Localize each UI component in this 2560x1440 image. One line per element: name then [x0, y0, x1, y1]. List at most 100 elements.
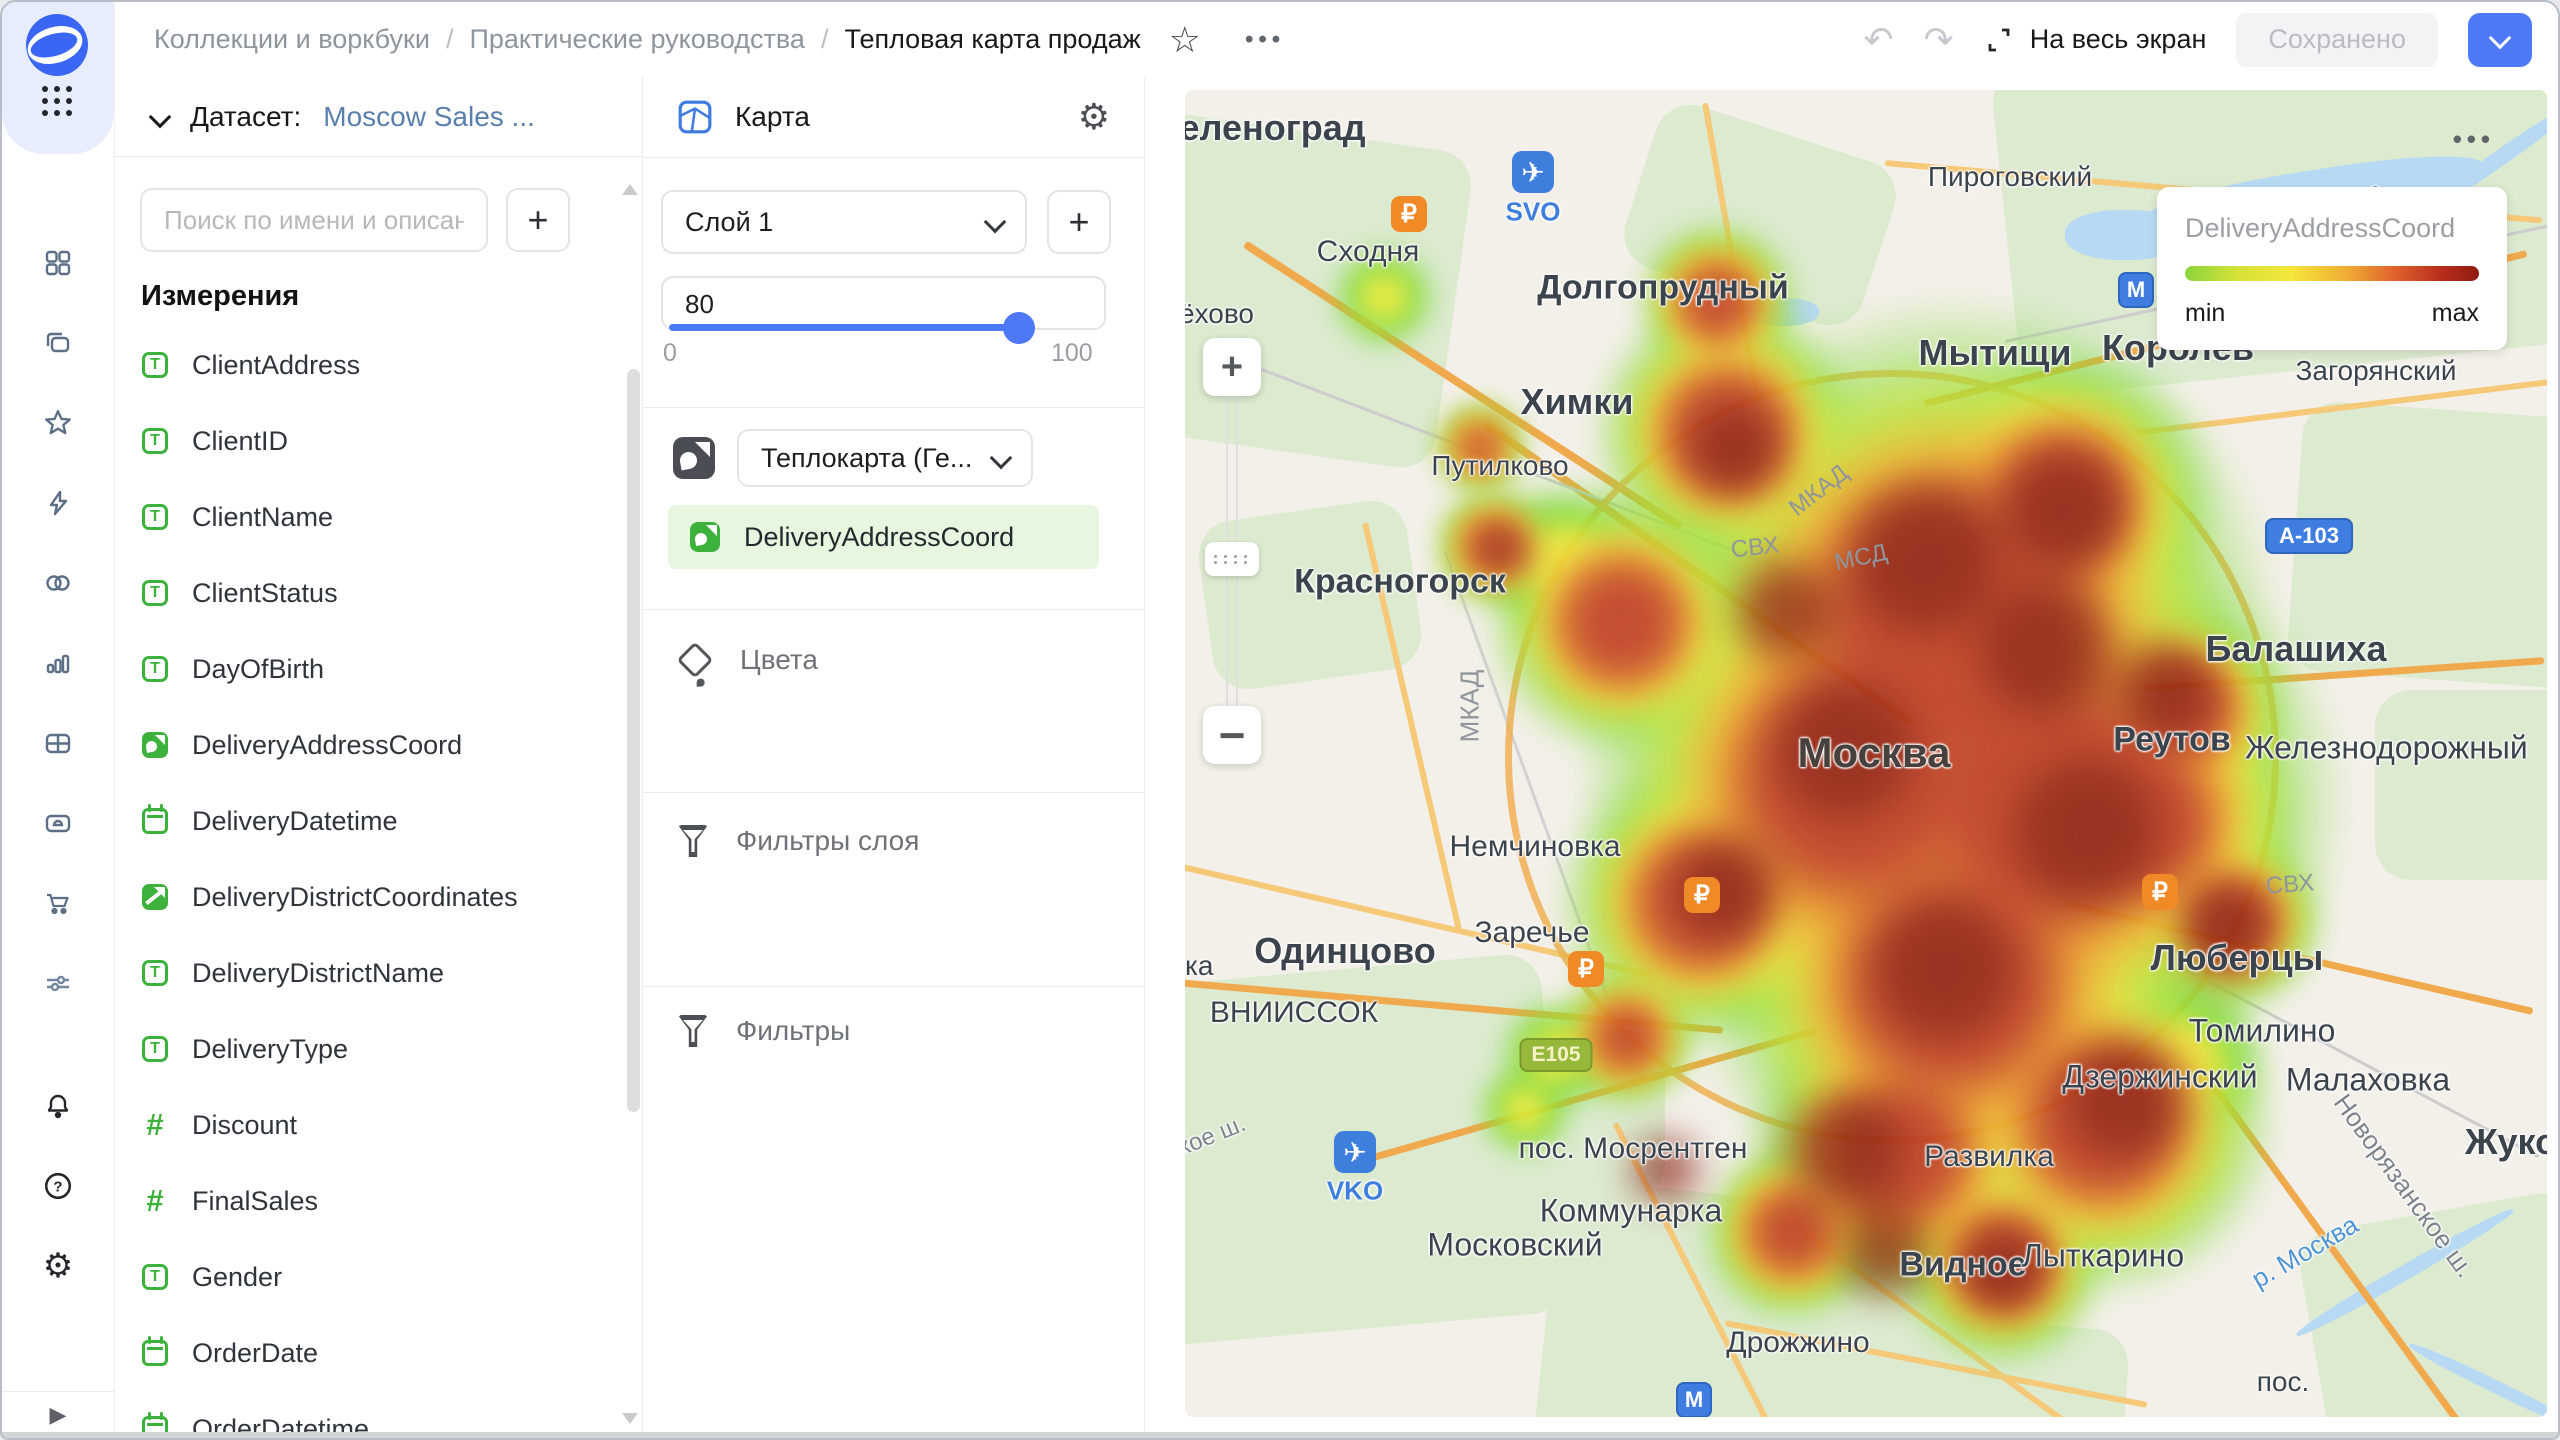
breadcrumb-guides[interactable]: Практические руководства: [469, 24, 804, 55]
filters-section[interactable]: Фильтры: [678, 1015, 850, 1047]
table-icon: [44, 729, 72, 757]
field-row-ClientStatus[interactable]: TClientStatus: [114, 555, 642, 631]
legend-title: DeliveryAddressCoord: [2185, 213, 2479, 244]
folder-cloud-icon: [44, 809, 72, 837]
map-area: ЗеленоградСходняёховоДолгопрудныйПирогов…: [1145, 77, 2558, 1438]
field-row-DeliveryDistrictName[interactable]: TDeliveryDistrictName: [114, 935, 642, 1011]
search-input[interactable]: [140, 188, 488, 252]
saved-button[interactable]: Сохранено: [2236, 13, 2438, 67]
map-label: Немчиновка: [1449, 830, 1620, 864]
dashboards-icon: [44, 249, 72, 277]
field-label: DeliveryDatetime: [192, 806, 398, 837]
field-row-ClientID[interactable]: TClientID: [114, 403, 642, 479]
date-icon: [142, 1416, 168, 1432]
field-row-Gender[interactable]: TGender: [114, 1239, 642, 1315]
field-row-DeliveryAddressCoord[interactable]: DeliveryAddressCoord: [114, 707, 642, 783]
slider-knob[interactable]: [1003, 312, 1035, 344]
filters-label: Фильтры: [736, 1015, 850, 1047]
field-row-DeliveryDistrictCoordinates[interactable]: DeliveryDistrictCoordinates: [114, 859, 642, 935]
opacity-min-label: 0: [663, 339, 677, 368]
date-icon: [142, 808, 168, 834]
map-label: СВХ: [1730, 532, 1781, 565]
field-row-FinalSales[interactable]: #FinalSales: [114, 1163, 642, 1239]
map-label: Пироговский: [1928, 161, 2092, 193]
field-label: DeliveryDistrictName: [192, 958, 444, 989]
fullscreen-button[interactable]: На весь экран: [1984, 24, 2207, 55]
field-row-DayOfBirth[interactable]: TDayOfBirth: [114, 631, 642, 707]
datalens-logo-icon[interactable]: [26, 14, 88, 76]
opacity-slider[interactable]: 80: [661, 276, 1106, 330]
add-field-button[interactable]: +: [506, 188, 570, 252]
field-label: ClientID: [192, 426, 288, 457]
map-label: МСД: [1832, 539, 1890, 577]
sidebar-item-tables[interactable]: [2, 703, 114, 783]
map-canvas[interactable]: ЗеленоградСходняёховоДолгопрудныйПирогов…: [1185, 90, 2547, 1417]
map-label: Дрожжино: [1726, 1326, 1870, 1360]
opacity-value: 80: [685, 289, 714, 320]
scroll-down-icon[interactable]: [622, 1413, 638, 1424]
map-more-icon[interactable]: •••: [2453, 124, 2495, 155]
layer-select[interactable]: Слой 1: [661, 190, 1027, 254]
favorite-star-icon[interactable]: ☆: [1169, 22, 1201, 58]
map-label: кое ш.: [1185, 1110, 1250, 1162]
colors-section[interactable]: Цвета: [678, 643, 818, 677]
map-settings-gear-icon[interactable]: ⚙: [1078, 96, 1110, 138]
add-layer-button[interactable]: +: [1047, 190, 1111, 254]
breadcrumb: Коллекции и воркбуки / Практические руко…: [154, 2, 1285, 77]
map-label: Лыткарино: [2022, 1238, 2184, 1275]
help-icon: ?: [43, 1171, 73, 1201]
undo-icon[interactable]: ↶: [1863, 22, 1893, 58]
dataset-header[interactable]: Датасет: Moscow Sales ...: [114, 77, 642, 157]
sidebar-expand-button[interactable]: ▶: [2, 1391, 114, 1438]
sidebar-item-charts[interactable]: [2, 623, 114, 703]
sidebar-item-dashboards[interactable]: [2, 223, 114, 303]
field-row-ClientName[interactable]: TClientName: [114, 479, 642, 555]
field-row-OrderDate[interactable]: OrderDate: [114, 1315, 642, 1391]
sidebar-item-storage[interactable]: [2, 783, 114, 863]
map-label: Одинцово: [1254, 930, 1436, 972]
map-label: Красногорск: [1294, 563, 1506, 602]
field-row-ClientAddress[interactable]: TClientAddress: [114, 327, 642, 403]
layer-filters-section[interactable]: Фильтры слоя: [678, 825, 919, 857]
geopoint-field-chip[interactable]: DeliveryAddressCoord: [668, 505, 1099, 569]
divider: [643, 792, 1144, 793]
sidebar-item-functions[interactable]: [2, 463, 114, 543]
map-label: Загорянский: [2295, 355, 2456, 387]
funnel-icon: [678, 1015, 708, 1047]
slider-track[interactable]: [669, 324, 1017, 331]
map-label: Видное: [1899, 1246, 2026, 1285]
chevron-down-icon[interactable]: [149, 105, 172, 128]
field-row-DeliveryDatetime[interactable]: DeliveryDatetime: [114, 783, 642, 859]
redo-icon[interactable]: ↷: [1924, 22, 1954, 58]
sidebar-item-favorites[interactable]: [2, 383, 114, 463]
scroll-up-icon[interactable]: [622, 184, 638, 195]
field-row-DeliveryType[interactable]: TDeliveryType: [114, 1011, 642, 1087]
viz-type-select[interactable]: Теплокарта (Ге...: [737, 429, 1033, 487]
field-row-OrderDatetime[interactable]: OrderDatetime: [114, 1391, 642, 1432]
field-label: OrderDatetime: [192, 1414, 369, 1433]
layer-select-value: Слой 1: [685, 207, 773, 238]
divider: [643, 407, 1144, 408]
sidebar-item-help[interactable]: ?: [2, 1146, 114, 1226]
dataset-name-link[interactable]: Moscow Sales ...: [323, 101, 535, 133]
zoom-slider-handle[interactable]: [1205, 542, 1259, 576]
sidebar-item-collections[interactable]: [2, 303, 114, 383]
more-actions-icon[interactable]: •••: [1245, 26, 1285, 54]
breadcrumb-separator: /: [446, 24, 454, 55]
lightning-icon: [44, 489, 72, 517]
sidebar-item-services[interactable]: [2, 943, 114, 1023]
sidebar-item-marketplace[interactable]: [2, 863, 114, 943]
zoom-in-button[interactable]: +: [1203, 338, 1261, 396]
scrollbar-thumb[interactable]: [627, 369, 640, 1112]
sidebar-item-settings[interactable]: ⚙: [2, 1226, 114, 1306]
sidebar-item-notifications[interactable]: [2, 1066, 114, 1146]
field-row-Discount[interactable]: #Discount: [114, 1087, 642, 1163]
apps-grid-icon[interactable]: [42, 86, 72, 116]
road-badge: Е105: [1519, 1038, 1592, 1072]
save-dropdown-button[interactable]: [2468, 13, 2532, 67]
zoom-out-button[interactable]: −: [1203, 706, 1261, 764]
breadcrumb-collections[interactable]: Коллекции и воркбуки: [154, 24, 430, 55]
sidebar-item-connections[interactable]: [2, 543, 114, 623]
chevron-down-icon: [990, 447, 1013, 470]
map-label: Химки: [1521, 381, 1634, 423]
